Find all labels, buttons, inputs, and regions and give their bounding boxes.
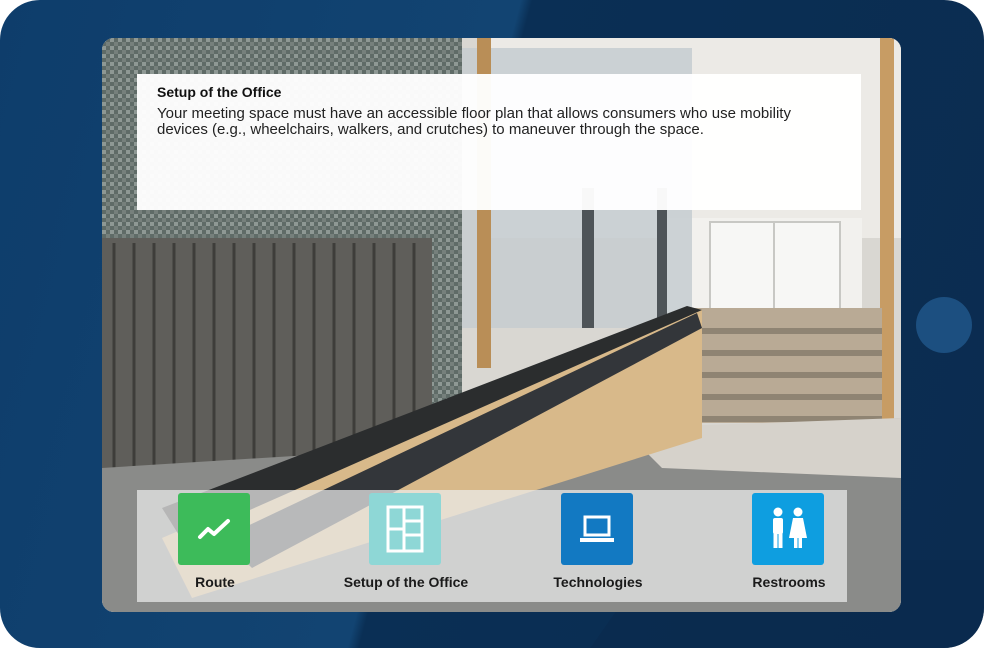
nav-label-restrooms: Restrooms bbox=[752, 574, 826, 590]
restroom-icon bbox=[773, 507, 807, 548]
tablet-home-button[interactable] bbox=[916, 297, 972, 353]
technologies-tile[interactable] bbox=[561, 493, 633, 565]
nav-label-setup-office: Setup of the Office bbox=[343, 574, 469, 590]
nav-item-setup-office[interactable]: Setup of the Office bbox=[331, 493, 481, 597]
setup-office-tile[interactable] bbox=[369, 493, 441, 565]
topic-nav-bar: Route Setup of the Office Technologies R… bbox=[137, 490, 847, 602]
restrooms-tile[interactable] bbox=[752, 493, 824, 565]
info-panel: Setup of the Office Your meeting space m… bbox=[137, 74, 861, 210]
info-body: Your meeting space must have an accessib… bbox=[157, 105, 791, 138]
nav-item-restrooms[interactable]: Restrooms bbox=[714, 493, 864, 597]
nav-item-technologies[interactable]: Technologies bbox=[523, 493, 673, 597]
route-tile[interactable] bbox=[178, 493, 250, 565]
info-title: Setup of the Office bbox=[157, 84, 282, 100]
nav-item-route[interactable]: Route bbox=[140, 493, 290, 597]
trend-line-icon bbox=[198, 519, 230, 539]
floor-plan-icon bbox=[386, 505, 424, 553]
nav-label-route: Route bbox=[195, 574, 235, 590]
laptop-icon bbox=[580, 515, 614, 542]
tablet-screen: Setup of the Office Your meeting space m… bbox=[102, 38, 901, 612]
nav-label-technologies: Technologies bbox=[553, 574, 643, 590]
